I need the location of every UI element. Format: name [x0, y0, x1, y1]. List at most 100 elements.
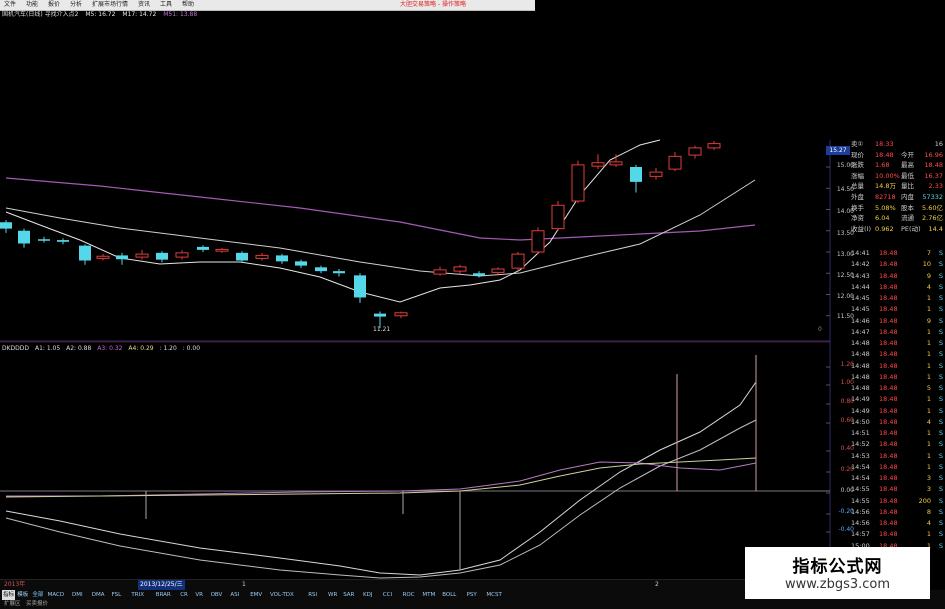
tick-time: 14:44: [851, 282, 870, 291]
quote-panel: 卖① 18.33 16 现价 18.48 今开 16.96 涨跌 1.68 最高 18.48 涨…: [849, 139, 945, 234]
candle-body: [38, 239, 50, 241]
tab-rsi[interactable]: RSI: [308, 590, 317, 600]
candle-body: [609, 161, 623, 166]
candle-body: [197, 246, 209, 250]
tick-list[interactable]: 14:41 18.48 7 S 14:42 18.48 10 S 14:43 18.48 9 S 14:…: [849, 248, 945, 552]
tick-volume: 1: [926, 440, 931, 449]
tab-kdj[interactable]: KDJ: [363, 590, 372, 600]
tab-cr[interactable]: CR: [180, 590, 188, 600]
tab-roc[interactable]: ROC: [403, 590, 415, 600]
quote-row: 外盘 82718 内盘 57332: [849, 192, 945, 203]
tick-price: 18.48: [879, 361, 898, 370]
zero-mark: 0: [818, 326, 822, 333]
quote-label-right: 最高: [901, 161, 914, 170]
tick-side: S: [938, 530, 943, 539]
ma17-line: [5, 179, 756, 277]
candle-body: [511, 253, 525, 269]
price-axis-ticks: [826, 166, 830, 317]
tab-psy[interactable]: PSY: [467, 590, 477, 600]
tick-volume: 1: [926, 395, 931, 404]
tick-time: 14:48: [851, 361, 870, 370]
quote-label: 涨跌: [851, 161, 864, 170]
candle-body: [96, 255, 110, 259]
tab-vr[interactable]: VR: [195, 590, 203, 600]
tick-price: 18.48: [879, 294, 898, 302]
tab-cci[interactable]: CCI: [383, 590, 392, 600]
tick-side: S: [938, 350, 943, 359]
tick-side: S: [938, 372, 943, 381]
tick-row: 14:56 18.48 8 S: [849, 507, 945, 518]
tab-brar[interactable]: BRAR: [156, 590, 171, 600]
tab-asi[interactable]: ASI: [230, 590, 239, 600]
quote-label-right: 股本: [901, 203, 914, 212]
tick-time: 14:52: [851, 440, 870, 449]
tick-side: S: [938, 462, 943, 471]
tab-wr[interactable]: WR: [328, 590, 337, 600]
tick-row: 14:48 18.48 5 S: [849, 383, 945, 394]
tab-[interactable]: 全部: [32, 590, 43, 600]
chart-canvas[interactable]: [0, 0, 945, 609]
tick-price: 18.48: [879, 496, 898, 505]
candle-body: [156, 252, 168, 260]
tick-volume: 9: [926, 271, 931, 280]
tick-price: 18.48: [879, 271, 898, 280]
tick-row: 14:49 18.48 1 S: [849, 406, 945, 417]
tick-row: 14:45 18.48 1 S: [849, 304, 945, 315]
tick-price: 18.48: [879, 260, 898, 269]
tick-volume: 1: [926, 406, 931, 415]
tick-row: 14:55 18.48 200 S: [849, 496, 945, 507]
tick-time: 14:41: [851, 249, 870, 257]
quote-value: 10.00%: [875, 171, 900, 180]
tick-time: 14:55: [851, 496, 870, 505]
tab-voltdx[interactable]: VOL-TDX: [270, 590, 294, 600]
tick-volume: 4: [926, 417, 931, 426]
tick-side: S: [938, 316, 943, 325]
low-price-label: 11.21: [373, 326, 391, 333]
candle-body: [688, 147, 702, 156]
tick-side: S: [938, 339, 943, 347]
status-extension[interactable]: 扩展区: [4, 600, 21, 609]
quote-row: 涨幅 10.00% 最低 16.37: [849, 171, 945, 182]
tick-row: 14:44 18.48 4 S: [849, 282, 945, 293]
tab-trix[interactable]: TRIX: [131, 590, 144, 600]
tab-macd[interactable]: MACD: [48, 590, 65, 600]
candle-body: [276, 255, 288, 262]
tick-price: 18.48: [879, 406, 898, 415]
tick-row: 14:48 18.48 1 S: [849, 338, 945, 349]
tick-side: S: [938, 496, 943, 505]
candle-body: [236, 252, 248, 261]
status-quote[interactable]: 买卖报价: [26, 600, 48, 609]
tab-obv[interactable]: OBV: [211, 590, 223, 600]
tab-dmi[interactable]: DMI: [72, 590, 83, 600]
quote-value-right: 16: [934, 140, 943, 148]
tab-emv[interactable]: EMV: [250, 590, 262, 600]
tab-boll[interactable]: BOLL: [442, 590, 456, 600]
bottom-status-bar: 扩展区 买卖报价: [0, 600, 945, 609]
quote-value-right: 14.4: [928, 224, 943, 233]
tick-row: 14:47 18.48 1 S: [849, 327, 945, 338]
quote-row: 卖① 18.33 16: [849, 139, 945, 150]
candle-body: [295, 261, 307, 266]
tab-[interactable]: 指标: [2, 590, 16, 600]
candlesticks: [0, 141, 721, 329]
tick-volume: 8: [926, 507, 931, 516]
tick-row: 14:54 18.48 1 S: [849, 462, 945, 473]
tab-sar[interactable]: SAR: [343, 590, 354, 600]
tick-volume: 1: [926, 339, 931, 347]
tick-time: 14:55: [851, 485, 870, 494]
tick-volume: 1: [926, 530, 931, 539]
tick-side: S: [938, 406, 943, 415]
tick-time: 14:48: [851, 350, 870, 359]
watermark-url: www.zbgs3.com: [784, 577, 891, 592]
quote-value: 6.04: [875, 214, 890, 223]
tab-mcst[interactable]: MCST: [486, 590, 501, 600]
tab-fsl[interactable]: FSL: [112, 590, 122, 600]
tab-mtm[interactable]: MTM: [422, 590, 435, 600]
tab-[interactable]: 模板: [17, 590, 28, 600]
candle-body: [453, 266, 467, 272]
tick-side: S: [938, 305, 943, 314]
candle-body: [394, 312, 408, 317]
tab-dma[interactable]: DMA: [92, 590, 105, 600]
tick-row: 14:41 18.48 7 S: [849, 248, 945, 259]
candle-body: [591, 162, 605, 167]
